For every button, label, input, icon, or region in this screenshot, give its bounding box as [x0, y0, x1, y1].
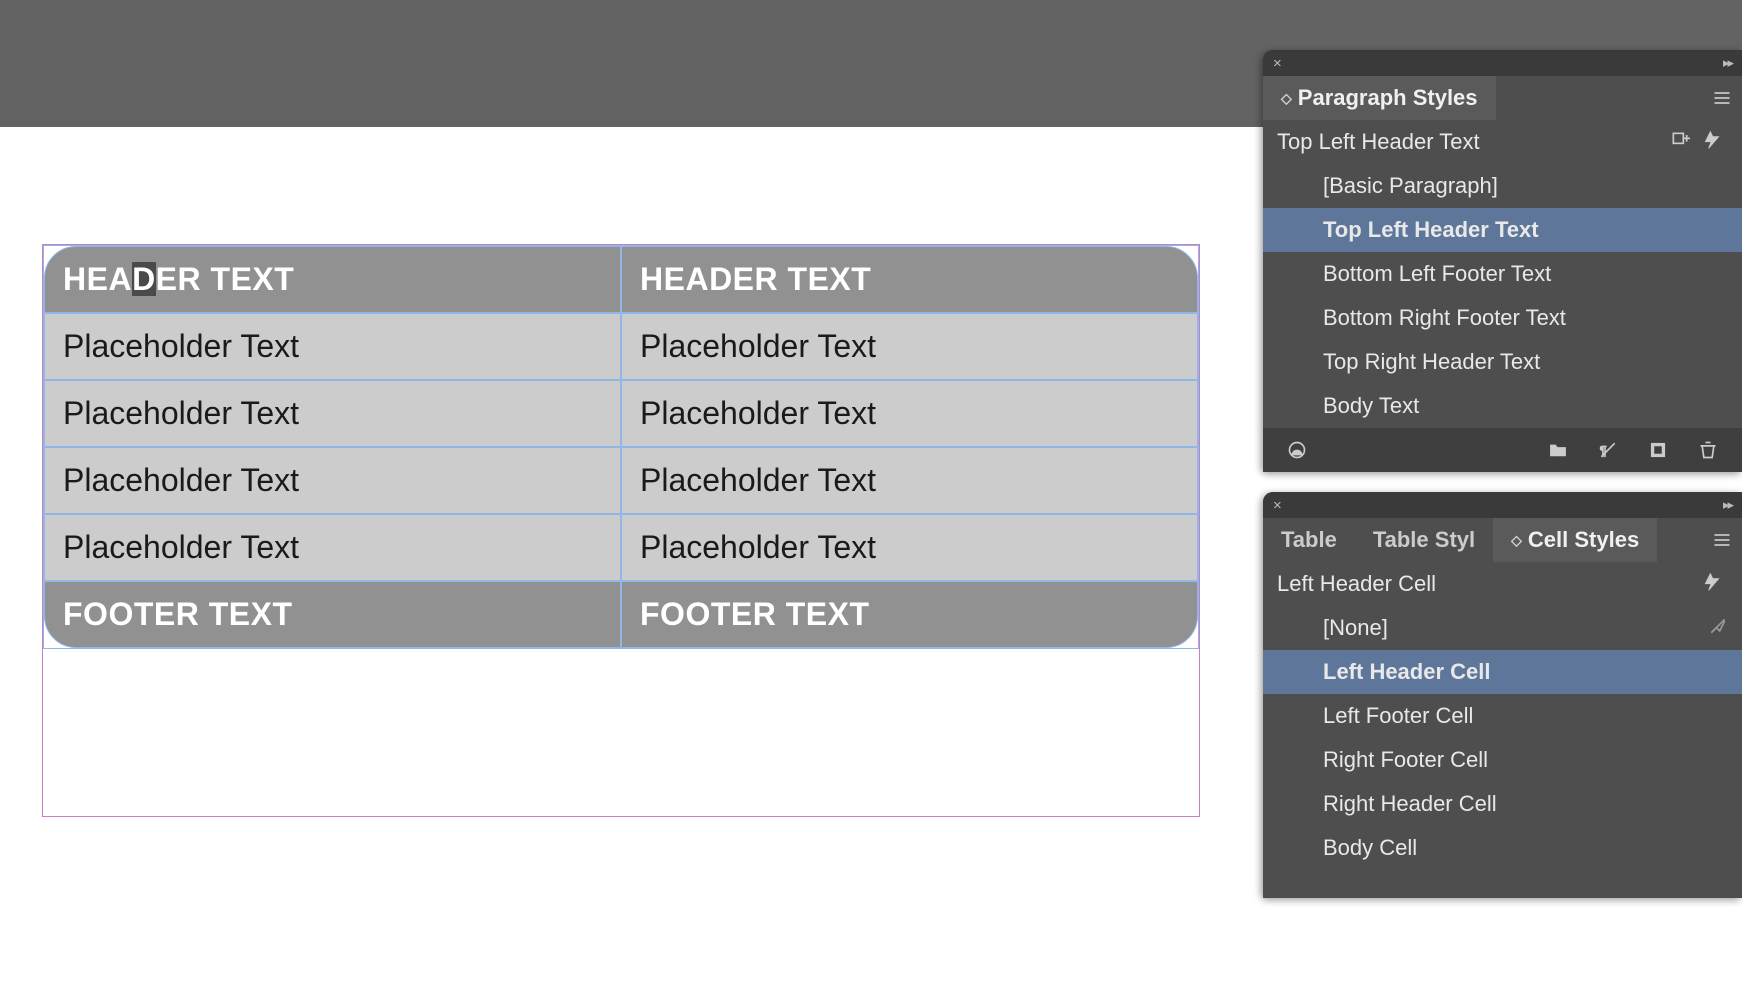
cell-style-item[interactable]: Body Cell: [1263, 826, 1742, 870]
paragraph-styles-list: [Basic Paragraph] Top Left Header Text Bot…: [1263, 164, 1742, 428]
current-style-name: Top Left Header Text: [1277, 129, 1664, 155]
cc-libraries-icon[interactable]: [1275, 435, 1319, 465]
style-item-label: Left Footer Cell: [1323, 703, 1473, 729]
cell-style-item[interactable]: Left Footer Cell: [1263, 694, 1742, 738]
text-frame-selection[interactable]: HEADER TEXT HEADER TEXT Placeholder Text…: [42, 244, 1200, 817]
table-footer-row: FOOTER TEXT FOOTER TEXT: [44, 581, 1198, 648]
collapse-icon[interactable]: ▸▸: [1723, 55, 1732, 71]
body-cell-right[interactable]: Placeholder Text: [621, 447, 1198, 514]
new-folder-icon[interactable]: [1536, 435, 1580, 465]
paragraph-style-item[interactable]: Bottom Left Footer Text: [1263, 252, 1742, 296]
body-cell-text: Placeholder Text: [63, 395, 299, 431]
table-row: Placeholder Text Placeholder Text: [44, 447, 1198, 514]
body-cell-text: Placeholder Text: [63, 462, 299, 498]
tab-cell-styles[interactable]: ◇ Cell Styles: [1493, 518, 1657, 562]
panel-menu-icon[interactable]: [1702, 530, 1742, 550]
collapse-icon[interactable]: ▸▸: [1723, 497, 1732, 513]
sort-icon: ◇: [1511, 532, 1522, 549]
style-item-label: Right Footer Cell: [1323, 747, 1488, 773]
style-item-label: [Basic Paragraph]: [1323, 173, 1498, 199]
panel-stack: × ▸▸ ◇ Paragraph Styles Top Left Header …: [1263, 50, 1742, 918]
text-cursor-caret: D: [132, 262, 156, 296]
header-text-prefix: HEA: [63, 261, 132, 297]
table-row: Placeholder Text Placeholder Text: [44, 313, 1198, 380]
quick-apply-icon[interactable]: [1696, 130, 1728, 155]
body-cell-right[interactable]: Placeholder Text: [621, 313, 1198, 380]
style-item-label: Left Header Cell: [1323, 659, 1491, 685]
new-style-icon[interactable]: [1664, 130, 1696, 155]
tab-label: Paragraph Styles: [1298, 85, 1478, 111]
tab-table-styl[interactable]: Table Styl: [1355, 518, 1493, 562]
current-style-row: Top Left Header Text: [1263, 120, 1742, 164]
footer-text-left: FOOTER TEXT: [63, 596, 293, 632]
body-cell-text: Placeholder Text: [63, 529, 299, 565]
body-cell-text: Placeholder Text: [640, 462, 876, 498]
body-cell-left[interactable]: Placeholder Text: [44, 380, 621, 447]
body-cell-right[interactable]: Placeholder Text: [621, 514, 1198, 581]
paragraph-style-item[interactable]: Top Right Header Text: [1263, 340, 1742, 384]
style-item-label: Right Header Cell: [1323, 791, 1497, 817]
panel-menu-icon[interactable]: [1702, 88, 1742, 108]
document-canvas[interactable]: HEADER TEXT HEADER TEXT Placeholder Text…: [0, 127, 1230, 994]
close-icon[interactable]: ×: [1273, 497, 1282, 514]
body-cell-text: Placeholder Text: [63, 328, 299, 364]
panel-titlebar[interactable]: × ▸▸: [1263, 50, 1742, 76]
text-frame-empty-area[interactable]: [43, 649, 1199, 816]
clear-overrides-icon[interactable]: ¶: [1586, 435, 1630, 465]
header-cell-right[interactable]: HEADER TEXT: [621, 246, 1198, 313]
cell-style-item[interactable]: Right Footer Cell: [1263, 738, 1742, 782]
tab-label: Table: [1281, 527, 1337, 553]
body-cell-right[interactable]: Placeholder Text: [621, 380, 1198, 447]
tab-table[interactable]: Table: [1263, 518, 1355, 562]
style-item-label: [None]: [1323, 615, 1388, 641]
style-item-label: Body Text: [1323, 393, 1419, 419]
header-cell-left[interactable]: HEADER TEXT: [44, 246, 621, 313]
panel-tab-row: ◇ Paragraph Styles: [1263, 76, 1742, 120]
paragraph-styles-panel: × ▸▸ ◇ Paragraph Styles Top Left Header …: [1263, 50, 1742, 472]
cell-style-item[interactable]: Right Header Cell: [1263, 782, 1742, 826]
footer-cell-right[interactable]: FOOTER TEXT: [621, 581, 1198, 648]
table-header-row: HEADER TEXT HEADER TEXT: [44, 246, 1198, 313]
style-item-label: Top Left Header Text: [1323, 217, 1539, 243]
tab-paragraph-styles[interactable]: ◇ Paragraph Styles: [1263, 76, 1496, 120]
style-item-label: Bottom Left Footer Text: [1323, 261, 1551, 287]
table-row: Placeholder Text Placeholder Text: [44, 380, 1198, 447]
panel-titlebar[interactable]: × ▸▸: [1263, 492, 1742, 518]
new-style-footer-icon[interactable]: [1636, 435, 1680, 465]
current-style-name: Left Header Cell: [1277, 571, 1696, 597]
close-icon[interactable]: ×: [1273, 55, 1282, 72]
table-row: Placeholder Text Placeholder Text: [44, 514, 1198, 581]
paragraph-style-item[interactable]: [Basic Paragraph]: [1263, 164, 1742, 208]
document-table[interactable]: HEADER TEXT HEADER TEXT Placeholder Text…: [43, 245, 1199, 649]
cell-styles-list: [None] Left Header Cell Left Footer Cell Ri…: [1263, 606, 1742, 870]
footer-cell-left[interactable]: FOOTER TEXT: [44, 581, 621, 648]
cell-styles-panel: × ▸▸ Table Table Styl ◇ Cell Styles Left He…: [1263, 492, 1742, 898]
quick-apply-icon[interactable]: [1696, 572, 1728, 597]
footer-text-right: FOOTER TEXT: [640, 596, 870, 632]
body-cell-left[interactable]: Placeholder Text: [44, 447, 621, 514]
header-text-suffix: ER TEXT: [156, 261, 295, 297]
panel-footer: ¶: [1263, 428, 1742, 472]
body-cell-left[interactable]: Placeholder Text: [44, 514, 621, 581]
current-style-row: Left Header Cell: [1263, 562, 1742, 606]
sort-icon: ◇: [1281, 90, 1292, 107]
style-item-label: Body Cell: [1323, 835, 1417, 861]
paragraph-style-item[interactable]: Body Text: [1263, 384, 1742, 428]
trash-icon[interactable]: [1686, 435, 1730, 465]
cell-style-item[interactable]: [None]: [1263, 606, 1742, 650]
tab-label: Table Styl: [1373, 527, 1475, 553]
panel-tab-row: Table Table Styl ◇ Cell Styles: [1263, 518, 1742, 562]
paragraph-style-item[interactable]: Bottom Right Footer Text: [1263, 296, 1742, 340]
body-cell-left[interactable]: Placeholder Text: [44, 313, 621, 380]
body-cell-text: Placeholder Text: [640, 395, 876, 431]
header-text-right: HEADER TEXT: [640, 261, 871, 297]
body-cell-text: Placeholder Text: [640, 529, 876, 565]
cell-style-item[interactable]: Left Header Cell: [1263, 650, 1742, 694]
style-item-label: Top Right Header Text: [1323, 349, 1540, 375]
none-style-icon: [1708, 616, 1728, 641]
style-item-label: Bottom Right Footer Text: [1323, 305, 1566, 331]
body-cell-text: Placeholder Text: [640, 328, 876, 364]
tab-label: Cell Styles: [1528, 527, 1639, 553]
paragraph-style-item[interactable]: Top Left Header Text: [1263, 208, 1742, 252]
